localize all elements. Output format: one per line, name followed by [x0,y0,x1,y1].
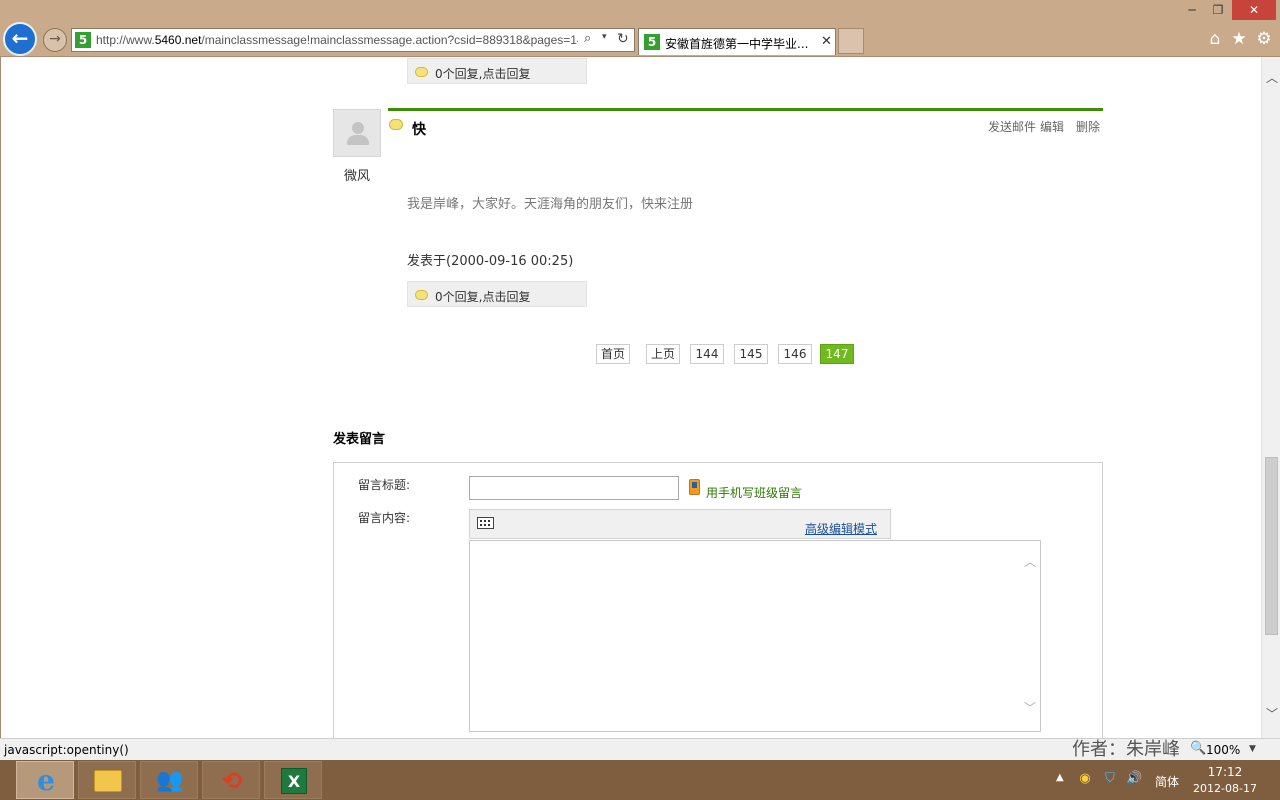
internet-explorer-icon: e [37,764,55,797]
forward-arrow-icon: → [49,31,61,47]
tab-favicon-icon: 5 [644,34,660,50]
taskbar-explorer-button[interactable] [78,761,136,799]
pagination-first[interactable]: 首页 [596,344,630,364]
content-label: 留言内容: [358,511,411,525]
chevron-down-icon[interactable]: ﹀ [1024,699,1036,716]
previous-reply-strip[interactable]: 0个回复,点击回复 [407,58,587,84]
pagination-page-144[interactable]: 144 [690,344,724,364]
post-body: 我是岸峰，大家好。天涯海角的朋友们，快来注册 [407,197,694,212]
post-bubble-icon [389,119,403,130]
tab-title: 安徽首旌德第一中学毕业... [665,37,809,51]
taskbar-messenger-button[interactable]: 👥 [140,761,198,799]
delete-link[interactable]: 删除 [1076,120,1100,134]
back-arrow-icon: ← [11,26,29,50]
author-watermark: 作者：朱岸峰 [1072,739,1180,760]
forward-button[interactable]: → [43,28,67,52]
address-bar[interactable]: 5 http://www.5460.net/mainclassmessage!m… [71,28,635,52]
reply-link[interactable]: 0个回复,点击回复 [435,288,530,305]
app-icon: ⟲ [221,767,243,795]
reply-link[interactable]: 0个回复,点击回复 [435,65,530,82]
tab-active[interactable]: 5 安徽首旌德第一中学毕业... ✕ [638,28,836,55]
message-content-textarea[interactable]: ︿ ﹀ [469,540,1041,732]
post-divider [388,108,1103,111]
url-path: /mainclassmessage!mainclassmessage.actio… [201,33,578,47]
new-tab-button[interactable] [838,28,864,54]
messenger-icon: 👥 [156,768,184,793]
avatar-head-icon [352,122,364,134]
send-email-link[interactable]: 发送邮件 [988,120,1036,134]
status-bar: javascript:opentiny() 作者：朱岸峰 🔍 100% ▼ [0,738,1280,760]
pagination-prev[interactable]: 上页 [646,344,680,364]
input-method-label[interactable]: 简体 [1155,773,1179,790]
taskbar: e 👥 ⟲ X ▲ ◉ ⛉ 🔊 简体 17:12 2012-08-17 [0,760,1280,800]
editor-toolbar: 高级编辑模式 [469,509,891,539]
shield-icon[interactable]: ⛉ [1102,771,1118,787]
pagination-page-145[interactable]: 145 [734,344,768,364]
scroll-up-icon[interactable]: ︿ [1266,69,1278,86]
form-heading: 发表留言 [333,432,386,447]
site-favicon-icon: 5 [75,32,91,48]
post-title: 快 [412,122,426,138]
tab-close-icon[interactable]: ✕ [821,34,832,49]
pagination-page-146[interactable]: 146 [778,344,812,364]
folder-icon [94,770,122,792]
page-viewport: 0个回复,点击回复 微风 快 发送邮件 编辑 删除 我是岸峰，大家好。天涯海角的朋友… [0,57,1280,738]
message-title-input[interactable] [469,476,679,500]
mobile-message-link[interactable]: 用手机写班级留言 [706,484,802,501]
back-button[interactable]: ← [3,22,37,56]
advanced-editor-link[interactable]: 高级编辑模式 [805,520,877,537]
taskbar-excel-button[interactable]: X [264,761,322,799]
taskbar-app-button[interactable]: ⟲ [202,761,260,799]
scroll-down-icon[interactable]: ﹀ [1266,705,1278,722]
url-prefix: http://www. [96,33,155,47]
close-window-button[interactable]: ✕ [1232,0,1276,20]
edit-link[interactable]: 编辑 [1040,120,1064,134]
reply-bubble-icon [415,290,428,300]
show-hidden-icons-icon[interactable]: ▲ [1056,772,1064,783]
scrollbar-thumb[interactable] [1265,457,1278,635]
home-icon[interactable]: ⌂ [1205,29,1225,49]
post-reply-strip[interactable]: 0个回复,点击回复 [407,281,587,307]
browser-chrome: ─ ❐ ✕ ← → 5 http://www.5460.net/mainclas… [0,0,1280,57]
qq-icon[interactable]: ◉ [1077,771,1093,787]
page-scrollbar[interactable]: ︿ ﹀ [1261,57,1280,738]
author-name[interactable]: 微风 [333,165,381,184]
volume-icon[interactable]: 🔊 [1126,771,1142,787]
mobile-phone-icon[interactable] [689,479,700,495]
favorites-star-icon[interactable]: ★ [1229,29,1249,49]
zoom-icon[interactable]: 🔍 [1190,741,1206,756]
refresh-icon[interactable]: ↻ [617,31,629,47]
clock-date[interactable]: 2012-08-17 [1192,782,1258,795]
address-dropdown-icon[interactable]: ▾ [602,32,607,42]
taskbar-ie-button[interactable]: e [16,761,74,799]
title-label: 留言标题: [358,478,411,492]
reply-bubble-icon [415,67,428,77]
excel-icon: X [281,768,307,794]
post-timestamp: 发表于(2000-09-16 00:25) [407,254,574,269]
clock-time[interactable]: 17:12 [1196,765,1254,779]
maximize-button[interactable]: ❐ [1204,0,1232,20]
minimize-button[interactable]: ─ [1178,0,1206,20]
url-domain: 5460.net [154,33,202,47]
url-input[interactable]: http://www.5460.net/mainclassmessage!mai… [96,33,578,49]
zoom-level[interactable]: 100% [1206,743,1240,757]
chevron-up-icon[interactable]: ︿ [1024,553,1036,570]
status-text: javascript:opentiny() [4,743,129,757]
avatar[interactable] [333,109,381,157]
gear-icon[interactable]: ⚙ [1254,29,1274,49]
keyboard-icon[interactable] [477,517,494,529]
avatar-body-icon [347,135,369,145]
pagination-page-current[interactable]: 147 [820,344,854,364]
post-actions: 发送邮件 编辑 删除 [988,118,1100,135]
zoom-dropdown-icon[interactable]: ▼ [1249,744,1256,754]
search-icon[interactable]: ⌕ [584,31,591,46]
